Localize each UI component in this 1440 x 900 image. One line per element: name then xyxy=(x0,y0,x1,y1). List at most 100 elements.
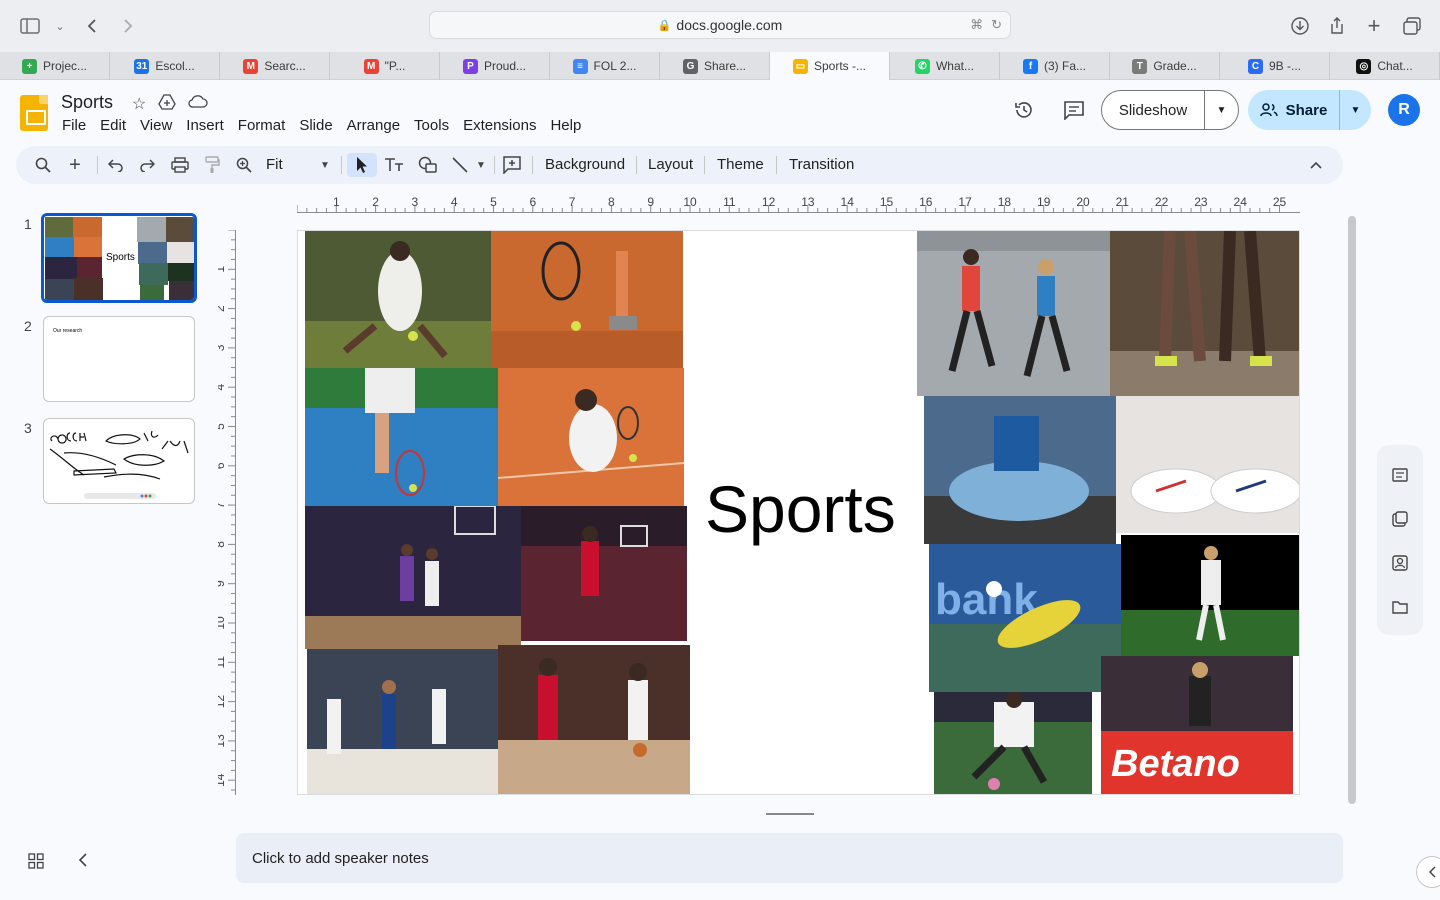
browser-tab[interactable]: M Searc... xyxy=(220,52,330,80)
running-photo[interactable] xyxy=(917,231,1110,396)
basketball-photo[interactable] xyxy=(305,506,521,649)
notes-resize-handle[interactable] xyxy=(766,813,814,815)
chevron-down-icon[interactable]: ⌄ xyxy=(48,14,72,38)
contacts-icon[interactable] xyxy=(1389,552,1411,574)
browser-tab[interactable]: ◎ Chat... xyxy=(1330,52,1440,80)
star-icon[interactable]: ☆ xyxy=(132,94,146,115)
soccer-photo[interactable] xyxy=(934,692,1092,795)
share-dropdown-icon[interactable]: ▼ xyxy=(1340,105,1371,116)
vertical-scrollbar[interactable] xyxy=(1348,216,1356,804)
move-to-drive-icon[interactable] xyxy=(158,94,177,115)
browser-tab[interactable]: + Projec... xyxy=(0,52,110,80)
share-button[interactable]: Share ▼ xyxy=(1248,90,1371,130)
slides-logo-icon[interactable] xyxy=(20,95,48,131)
select-tool-icon[interactable] xyxy=(347,153,377,177)
line-tool-icon[interactable] xyxy=(448,153,472,177)
translate-icon[interactable]: ⌘ xyxy=(970,17,983,33)
new-tab-icon[interactable]: + xyxy=(1362,13,1386,38)
tennis-photo[interactable] xyxy=(305,231,491,368)
browser-tab[interactable]: T Grade... xyxy=(1110,52,1220,80)
layout-button[interactable]: Layout xyxy=(648,156,693,173)
browser-tab[interactable]: G Share... xyxy=(660,52,770,80)
menu-item-extensions[interactable]: Extensions xyxy=(463,117,536,134)
tasks-icon[interactable] xyxy=(1389,508,1411,530)
browser-tab[interactable]: ≡ FOL 2... xyxy=(550,52,660,80)
browser-tab[interactable]: M "P... xyxy=(330,52,440,80)
browser-tab[interactable]: 31 Escol... xyxy=(110,52,220,80)
tennis-photo[interactable] xyxy=(498,368,684,506)
keep-notes-icon[interactable] xyxy=(1389,464,1411,486)
text-box-icon[interactable] xyxy=(382,153,406,177)
soccer-photo[interactable]: Betano xyxy=(1101,656,1293,795)
menu-item-file[interactable]: File xyxy=(62,117,86,134)
tennis-photo[interactable] xyxy=(491,231,683,368)
version-history-icon[interactable] xyxy=(1012,98,1036,122)
image-insert-icon[interactable] xyxy=(416,153,440,177)
slide-thumbnail-3[interactable] xyxy=(43,418,195,504)
paint-format-icon[interactable] xyxy=(200,153,224,177)
theme-button[interactable]: Theme xyxy=(717,156,764,173)
show-side-panel-icon[interactable] xyxy=(1416,856,1440,888)
basketball-photo[interactable] xyxy=(307,649,498,795)
undo-icon[interactable] xyxy=(104,153,128,177)
transition-button[interactable]: Transition xyxy=(789,156,854,173)
slideshow-button[interactable]: Slideshow ▼ xyxy=(1101,90,1239,130)
browser-tab[interactable]: P Proud... xyxy=(440,52,550,80)
forward-icon[interactable] xyxy=(116,14,140,38)
back-icon[interactable] xyxy=(80,14,104,38)
zoom-icon[interactable] xyxy=(232,153,256,177)
new-slide-icon[interactable]: + xyxy=(64,153,86,177)
share-page-icon[interactable] xyxy=(1325,14,1349,38)
zoom-dropdown-icon[interactable]: ▼ xyxy=(318,153,332,177)
document-title[interactable]: Sports xyxy=(61,92,113,113)
shoe-photo[interactable] xyxy=(1116,396,1300,533)
browser-tab[interactable]: f (3) Fa... xyxy=(1000,52,1110,80)
slide-thumbnail-2[interactable]: Our research xyxy=(43,316,195,402)
basketball-photo[interactable] xyxy=(498,645,690,795)
tennis-photo[interactable] xyxy=(305,368,498,506)
shoe-photo[interactable] xyxy=(924,396,1116,544)
cloud-saved-icon[interactable] xyxy=(188,94,208,115)
zoom-select[interactable]: Fit xyxy=(266,156,283,173)
folder-icon[interactable] xyxy=(1389,596,1411,618)
address-bar[interactable]: 🔒 docs.google.com ⌘ ↻ xyxy=(429,11,1011,39)
tab-overview-icon[interactable] xyxy=(1400,14,1424,38)
avatar[interactable]: R xyxy=(1388,94,1420,126)
menu-item-slide[interactable]: Slide xyxy=(299,117,332,134)
menu-item-help[interactable]: Help xyxy=(550,117,581,134)
slide-title[interactable]: Sports xyxy=(705,471,896,547)
speaker-notes[interactable]: Click to add speaker notes xyxy=(236,833,1343,883)
reload-icon[interactable]: ↻ xyxy=(991,17,1002,33)
slide-canvas[interactable]: Sports bank Betano xyxy=(297,230,1300,795)
slide-thumbnail-1[interactable]: Sports xyxy=(41,213,197,303)
menu-item-view[interactable]: View xyxy=(140,117,172,134)
menu-item-tools[interactable]: Tools xyxy=(414,117,449,134)
running-photo[interactable] xyxy=(1110,231,1300,396)
add-comment-icon[interactable] xyxy=(500,153,524,177)
sidebar-toggle-icon[interactable] xyxy=(18,14,42,38)
collapse-filmstrip-icon[interactable] xyxy=(78,853,88,872)
menu-item-format[interactable]: Format xyxy=(238,117,286,134)
redo-icon[interactable] xyxy=(135,153,159,177)
soccer-photo[interactable]: bank xyxy=(929,544,1121,692)
menu-item-insert[interactable]: Insert xyxy=(186,117,224,134)
browser-tab[interactable]: C 9B -... xyxy=(1220,52,1330,80)
side-panel xyxy=(1377,445,1423,635)
soccer-photo[interactable] xyxy=(1121,535,1299,656)
line-dropdown-icon[interactable]: ▼ xyxy=(474,153,488,177)
menu-item-arrange[interactable]: Arrange xyxy=(347,117,400,134)
basketball-photo[interactable] xyxy=(521,506,687,641)
background-button[interactable]: Background xyxy=(545,156,625,173)
collapse-toolbar-icon[interactable] xyxy=(1304,153,1328,177)
browser-tab[interactable]: ✆ What... xyxy=(890,52,1000,80)
comments-icon[interactable] xyxy=(1062,98,1086,122)
search-menus-icon[interactable] xyxy=(32,153,54,177)
browser-tab[interactable]: ▭ Sports -... xyxy=(770,52,890,80)
download-icon[interactable] xyxy=(1288,14,1312,38)
menu-item-edit[interactable]: Edit xyxy=(100,117,126,134)
share-label: Share xyxy=(1285,101,1328,119)
grid-view-icon[interactable] xyxy=(28,853,44,874)
slideshow-label[interactable]: Slideshow xyxy=(1102,91,1205,129)
slideshow-dropdown-icon[interactable]: ▼ xyxy=(1205,105,1238,116)
print-icon[interactable] xyxy=(168,153,192,177)
